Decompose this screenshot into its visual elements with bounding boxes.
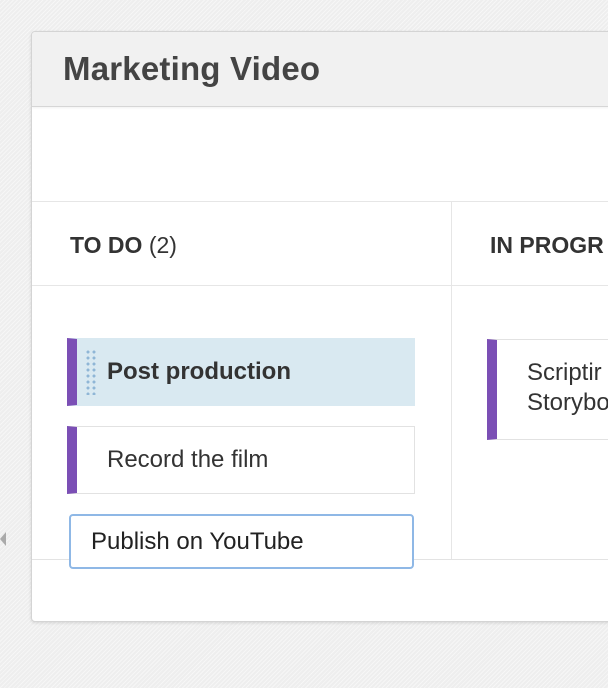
card-label: Scriptir Storybo <box>527 358 608 418</box>
card-record-the-film[interactable]: Record the film <box>67 426 415 494</box>
card-label: Post production <box>107 358 291 385</box>
board-columns: TO DO (2) Post production Record the fil… <box>32 202 608 569</box>
drag-handle-icon[interactable] <box>85 349 97 395</box>
column-header-todo: TO DO (2) <box>32 202 451 286</box>
board-toolbar-area <box>32 107 608 202</box>
board-header: Marketing Video <box>32 32 608 107</box>
column-name: IN PROGR <box>490 232 604 258</box>
column-title-in-progress: IN PROGR <box>490 232 604 259</box>
side-arrow-icon[interactable] <box>0 532 6 546</box>
card-post-production[interactable]: Post production <box>67 338 415 406</box>
board-title: Marketing Video <box>63 50 321 87</box>
card-label-line-2: Storybo <box>527 389 608 416</box>
column-in-progress: IN PROGR Scriptir Storybo <box>452 202 608 559</box>
column-count: (2) <box>148 232 177 258</box>
card-label: Record the film <box>107 446 269 473</box>
board-panel: Marketing Video TO DO (2) Post productio… <box>31 31 608 622</box>
card-label-line-1: Scriptir <box>527 359 602 386</box>
column-header-in-progress: IN PROGR <box>452 202 608 286</box>
column-title-todo: TO DO (2) <box>70 232 177 259</box>
new-card-input[interactable] <box>69 514 414 569</box>
card-scripting-storyboard[interactable]: Scriptir Storybo <box>487 339 608 440</box>
column-name: TO DO <box>70 232 143 258</box>
column-todo: TO DO (2) Post production Record the fil… <box>32 202 452 569</box>
